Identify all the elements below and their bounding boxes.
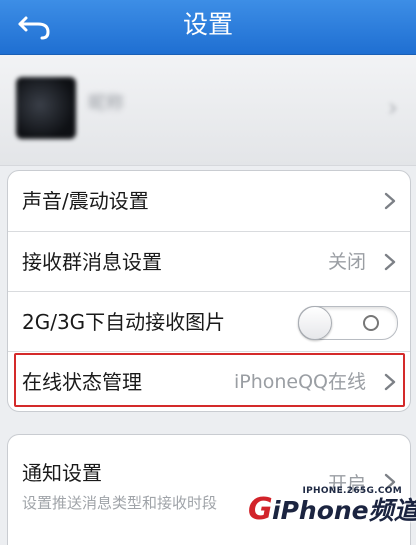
profile-row[interactable]: 昵称 › bbox=[0, 55, 416, 166]
row-value: iPhoneQQ在线 bbox=[233, 371, 366, 393]
row-value: 关闭 bbox=[327, 251, 366, 273]
avatar bbox=[16, 77, 76, 139]
auto-receive-images-row: 2G/3G下自动接收图片 bbox=[8, 291, 410, 352]
auto-receive-images-toggle[interactable] bbox=[298, 306, 398, 340]
toggle-knob bbox=[298, 306, 332, 340]
row-label: 声音/震动设置 bbox=[22, 189, 149, 213]
settings-group: 声音/震动设置 接收群消息设置 关闭 2G/3G下自动接收图片 在线状态管理 i… bbox=[7, 170, 411, 412]
page-title: 设置 bbox=[182, 10, 233, 39]
watermark-logo: G iPhone频道 bbox=[248, 494, 416, 528]
sound-vibration-settings-row[interactable]: 声音/震动设置 bbox=[8, 171, 410, 231]
row-sublabel: 设置推送消息类型和接收时段 bbox=[22, 494, 218, 512]
navigation-bar: 设置 bbox=[0, 0, 416, 55]
chevron-right-icon bbox=[384, 253, 396, 271]
row-label: 2G/3G下自动接收图片 bbox=[22, 310, 226, 334]
chevron-right-icon bbox=[384, 192, 396, 210]
profile-name: 昵称 bbox=[88, 93, 124, 114]
watermark-logo-text: iPhone频道 bbox=[272, 496, 416, 525]
chevron-right-icon: › bbox=[387, 93, 398, 123]
online-status-management-row[interactable]: 在线状态管理 iPhoneQQ在线 bbox=[8, 351, 410, 411]
group-message-settings-row[interactable]: 接收群消息设置 关闭 bbox=[8, 231, 410, 292]
row-label: 通知设置 bbox=[22, 461, 102, 485]
chevron-right-icon bbox=[384, 373, 396, 391]
row-label: 在线状态管理 bbox=[22, 370, 142, 394]
row-label: 接收群消息设置 bbox=[22, 250, 162, 274]
toggle-off-icon bbox=[363, 315, 379, 331]
